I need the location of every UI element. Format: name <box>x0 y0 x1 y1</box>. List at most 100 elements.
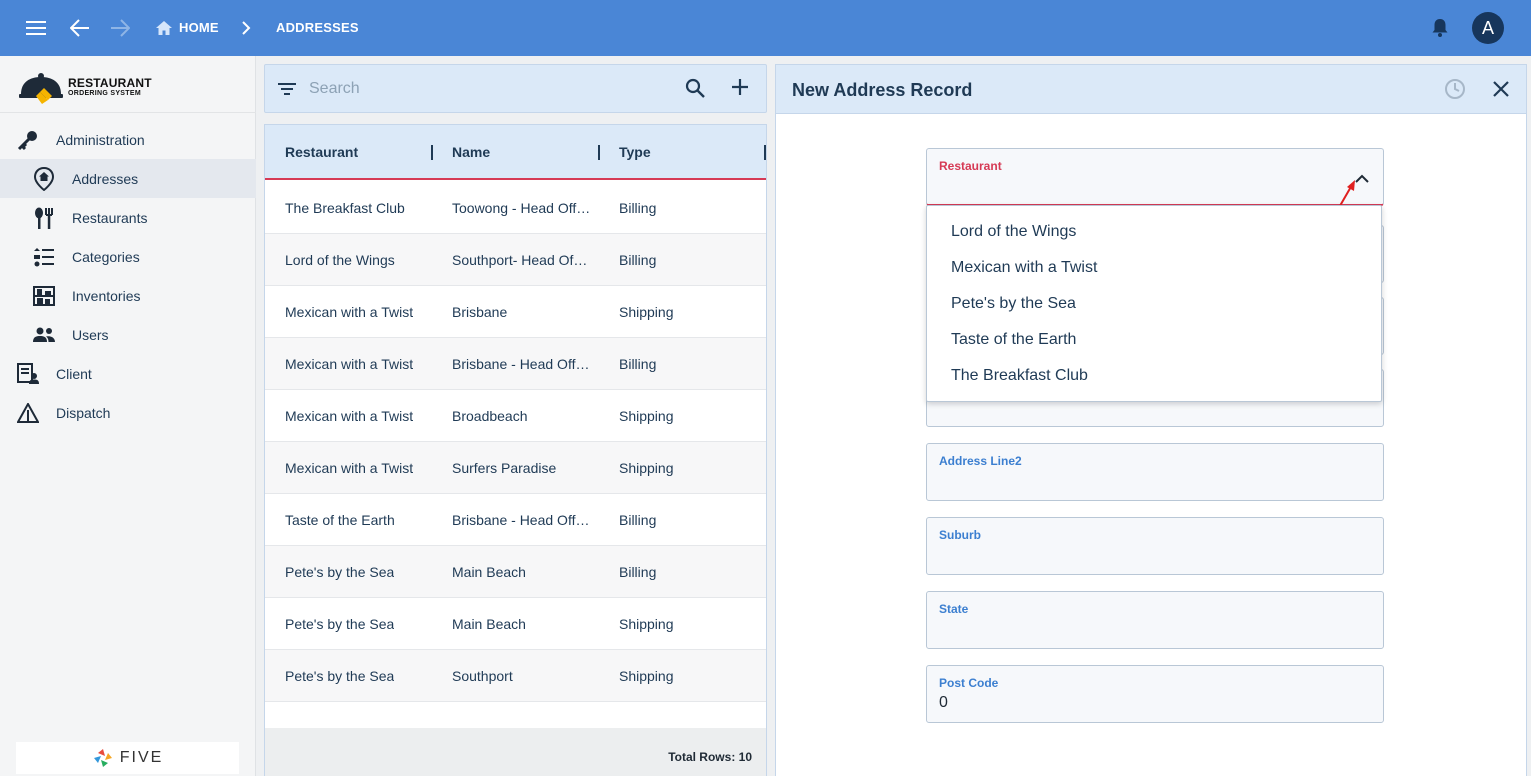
postcode-field[interactable]: Post Code 0 <box>926 665 1384 723</box>
postcode-value[interactable]: 0 <box>939 694 948 712</box>
sidebar-item-dispatch[interactable]: Dispatch <box>0 393 256 432</box>
cell-restaurant: Pete's by the Sea <box>285 668 395 684</box>
cell-type: Shipping <box>619 616 674 632</box>
table-row[interactable]: Mexican with a Twist Brisbane - Head Offi… <box>265 338 766 390</box>
location-pin-icon <box>32 166 56 191</box>
sidebar-item-label: Restaurants <box>72 209 148 226</box>
sidebar-item-label: Addresses <box>72 170 139 187</box>
close-icon[interactable] <box>1490 78 1512 105</box>
sidebar-item-users[interactable]: Users <box>0 315 256 354</box>
suburb-field[interactable]: Suburb <box>926 517 1384 575</box>
restaurant-label: Restaurant <box>939 159 1002 173</box>
column-resize-handle[interactable] <box>764 145 766 160</box>
bell-icon[interactable] <box>1428 16 1452 40</box>
sidebar: RESTAURANT ORDERING SYSTEM Administratio… <box>0 56 256 776</box>
restaurant-select[interactable]: Restaurant <box>926 148 1384 206</box>
five-brand-text: FIVE <box>119 749 164 766</box>
sidebar-item-restaurants[interactable]: Restaurants <box>0 198 256 237</box>
cell-name: Brisbane <box>452 304 508 320</box>
cell-name: Main Beach <box>452 616 526 632</box>
cell-restaurant: The Breakfast Club <box>285 200 405 216</box>
back-arrow-icon[interactable] <box>68 16 92 40</box>
divider <box>0 112 256 113</box>
dropdown-option[interactable]: Taste of the Earth <box>951 331 1076 349</box>
table-row[interactable]: The Breakfast Club Toowong - Head Off… Bil… <box>265 182 766 234</box>
addresses-table: Restaurant Name Type The Breakfast Club T… <box>264 124 767 776</box>
form-header: New Address Record <box>776 65 1526 114</box>
cell-name: Southport- Head Of… <box>452 252 588 268</box>
table-row[interactable]: Lord of the Wings Southport- Head Of… Bill… <box>265 234 766 286</box>
address-line2-field[interactable]: Address Line2 <box>926 443 1384 501</box>
history-clock-icon[interactable] <box>1444 78 1466 105</box>
column-resize-handle[interactable] <box>598 145 600 160</box>
cell-name: Brisbane - Head Offi… <box>452 512 592 528</box>
cell-type: Billing <box>619 564 657 580</box>
cell-type: Billing <box>619 512 657 528</box>
shelves-icon <box>32 284 56 308</box>
cell-restaurant: Mexican with a Twist <box>285 460 414 476</box>
cell-name: Toowong - Head Off… <box>452 200 591 216</box>
sidebar-item-categories[interactable]: Categories <box>0 237 256 276</box>
forward-arrow-icon[interactable] <box>108 16 132 40</box>
table-row[interactable]: Taste of the Earth Brisbane - Head Offi… B… <box>265 494 766 546</box>
column-header-name[interactable]: Name <box>452 144 490 160</box>
cell-type: Billing <box>619 200 657 216</box>
postcode-label: Post Code <box>939 676 999 690</box>
people-icon <box>32 323 56 347</box>
client-icon <box>16 362 40 386</box>
table-row[interactable]: Mexican with a Twist Broadbeach Shipping <box>265 390 766 442</box>
list-icon <box>32 245 56 269</box>
filter-icon[interactable] <box>277 78 297 103</box>
cell-restaurant: Lord of the Wings <box>285 252 395 268</box>
cell-type: Shipping <box>619 460 674 476</box>
table-footer: Total Rows: 10 <box>265 728 766 776</box>
avatar[interactable]: A <box>1472 12 1504 44</box>
search-icon[interactable] <box>685 78 705 103</box>
cell-type: Billing <box>619 252 657 268</box>
suburb-label: Suburb <box>939 528 981 542</box>
cell-name: Brisbane - Head Offi… <box>452 356 592 372</box>
logo-subtitle: ORDERING SYSTEM <box>68 90 141 97</box>
breadcrumb-addresses[interactable]: ADDRESSES <box>276 20 359 35</box>
sidebar-item-label: Administration <box>56 131 145 148</box>
sidebar-item-administration[interactable]: Administration <box>0 120 256 159</box>
column-resize-handle[interactable] <box>431 145 433 160</box>
menu-icon[interactable] <box>24 16 48 40</box>
top-bar: HOME ADDRESSES A <box>0 0 1531 56</box>
sidebar-item-inventories[interactable]: Inventories <box>0 276 256 315</box>
cell-name: Surfers Paradise <box>452 460 557 476</box>
total-rows-count: Total Rows: 10 <box>668 750 752 764</box>
sidebar-item-addresses[interactable]: Addresses <box>0 159 256 198</box>
five-logo-icon <box>93 749 112 767</box>
cell-type: Billing <box>619 356 657 372</box>
logo-title: RESTAURANT <box>68 76 152 90</box>
column-header-restaurant[interactable]: Restaurant <box>285 144 358 160</box>
search-input[interactable]: Search <box>309 80 360 98</box>
sidebar-item-client[interactable]: Client <box>0 354 256 393</box>
table-row[interactable]: Pete's by the Sea Main Beach Billing <box>265 546 766 598</box>
state-label: State <box>939 602 969 616</box>
home-icon[interactable] <box>152 16 176 40</box>
cell-restaurant: Pete's by the Sea <box>285 564 395 580</box>
dropdown-option[interactable]: Lord of the Wings <box>951 223 1076 241</box>
state-field[interactable]: State <box>926 591 1384 649</box>
table-row[interactable]: Pete's by the Sea Main Beach Shipping <box>265 598 766 650</box>
table-row[interactable]: Mexican with a Twist Surfers Paradise Ship… <box>265 442 766 494</box>
dropdown-option[interactable]: The Breakfast Club <box>951 367 1088 385</box>
cell-restaurant: Mexican with a Twist <box>285 304 414 320</box>
utensils-icon <box>32 206 56 230</box>
column-header-type[interactable]: Type <box>619 144 651 160</box>
cell-type: Shipping <box>619 304 674 320</box>
dropdown-option[interactable]: Mexican with a Twist <box>951 259 1097 277</box>
search-bar: Search <box>264 64 767 113</box>
address-line2-label: Address Line2 <box>939 454 1022 468</box>
dropdown-option[interactable]: Pete's by the Sea <box>951 295 1076 313</box>
table-row[interactable]: Mexican with a Twist Brisbane Shipping <box>265 286 766 338</box>
cell-restaurant: Taste of the Earth <box>285 512 395 528</box>
breadcrumb-home[interactable]: HOME <box>179 20 219 35</box>
table-header: Restaurant Name Type <box>265 125 766 180</box>
sidebar-item-label: Dispatch <box>56 404 111 421</box>
key-icon <box>16 128 40 152</box>
add-icon[interactable] <box>730 77 750 102</box>
table-row[interactable]: Pete's by the Sea Southport Shipping <box>265 650 766 702</box>
